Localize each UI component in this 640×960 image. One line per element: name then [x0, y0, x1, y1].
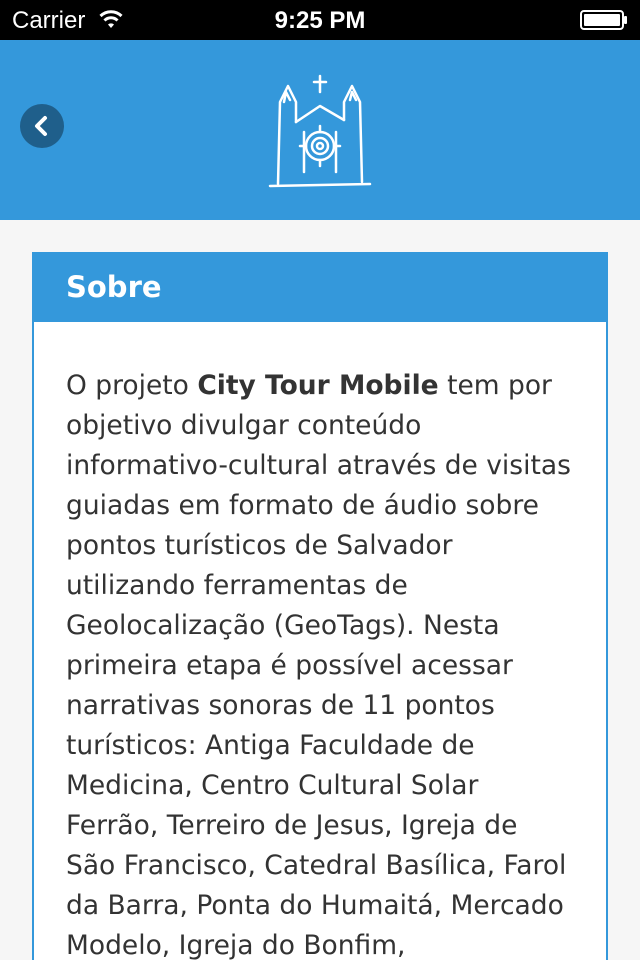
chevron-left-icon: [35, 116, 47, 136]
project-name: City Tour Mobile: [197, 370, 439, 401]
about-text-prefix: O projeto: [66, 370, 198, 401]
card-title: Sobre: [34, 254, 606, 322]
clock: 9:25 PM: [274, 7, 366, 34]
battery-icon: [580, 10, 627, 30]
about-card: Sobre O projeto City Tour Mobile tem por…: [32, 252, 608, 960]
about-text: O projeto City Tour Mobile tem por objet…: [34, 322, 606, 960]
nav-bar: [0, 40, 640, 220]
status-bar: Carrier 9:25 PM: [0, 0, 640, 40]
about-text-body: tem por objetivo divulgar conteúdo infor…: [66, 370, 571, 960]
cathedral-logo-icon: [268, 74, 372, 188]
back-button[interactable]: [20, 104, 64, 148]
